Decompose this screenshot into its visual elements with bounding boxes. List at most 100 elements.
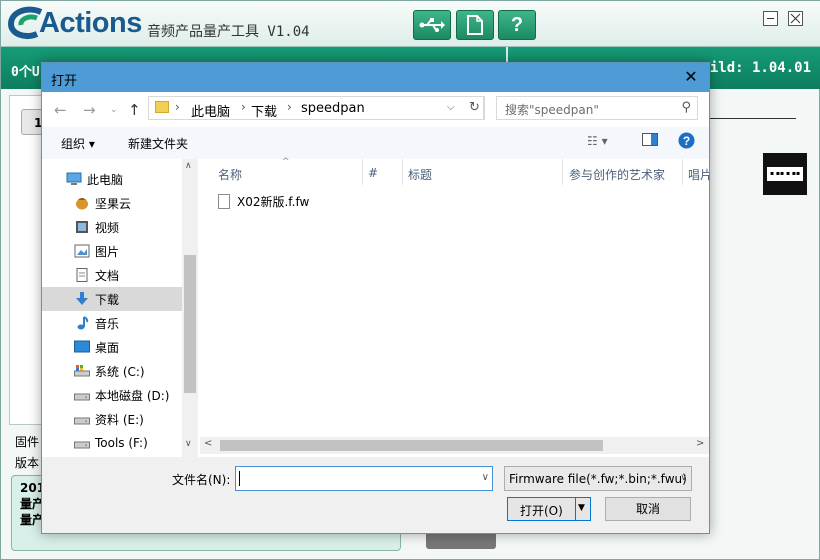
nav-item-label: 视频 <box>95 220 120 235</box>
search-box[interactable]: 搜索"speedpan" ⚲ <box>496 96 698 120</box>
column-label: 唱片 <box>688 168 709 182</box>
file-icon <box>467 15 483 35</box>
split-divider <box>575 498 576 520</box>
system-drive-icon <box>74 364 90 378</box>
search-icon: ⚲ <box>681 100 691 115</box>
firmware-label: 固件 <box>15 435 40 449</box>
help-button[interactable]: ? <box>678 132 695 152</box>
horizontal-scrollbar[interactable]: < > <box>200 437 709 454</box>
chevron-right-icon: › <box>241 100 246 114</box>
nav-item-downloads[interactable]: 下载 <box>42 287 182 311</box>
nav-item-label: 坚果云 <box>95 196 132 211</box>
file-row[interactable]: X02新版.f.fw <box>218 193 309 210</box>
filetype-select[interactable]: Firmware file(*.fw;*.bin;*.fwu) ∨ <box>504 466 692 491</box>
nav-item-label: 音乐 <box>95 316 120 331</box>
file-list: 名称 ^ # 标题 参与创作的艺术家 唱片 X02新版.f.fw <box>200 157 709 457</box>
app-title: 音频产品量产工具 V1.04 <box>147 24 310 40</box>
filename-input[interactable]: ∨ <box>235 466 493 491</box>
video-icon <box>74 220 90 234</box>
refresh-button[interactable]: ↻ <box>466 96 484 120</box>
preview-pane-icon <box>642 133 658 146</box>
dropdown-arrow-icon[interactable]: ▼ <box>578 503 585 513</box>
column-artist[interactable]: 参与创作的艺术家 <box>569 159 683 185</box>
help-button[interactable]: ? <box>498 10 536 40</box>
refresh-icon: ↻ <box>469 100 480 115</box>
forward-arrow-icon[interactable]: → <box>83 101 96 119</box>
column-label: 标题 <box>408 168 433 182</box>
nav-item-label: 图片 <box>95 244 120 259</box>
column-label: 参与创作的艺术家 <box>569 168 666 182</box>
drive-icon <box>74 412 90 426</box>
chevron-down-icon: ∨ <box>680 473 687 483</box>
address-bar[interactable]: › 此电脑 › 下载 › speedpan ⌵ <box>148 96 485 120</box>
actions-logo: Actions <box>7 5 142 41</box>
picture-icon <box>74 244 90 258</box>
search-placeholder: 搜索"speedpan" <box>505 103 599 117</box>
chevron-down-icon[interactable]: ∨ <box>482 472 489 483</box>
column-album[interactable]: 唱片 <box>688 159 709 185</box>
breadcrumb-speedpan[interactable]: speedpan <box>301 101 365 116</box>
nav-item-label: 资料 (E:) <box>95 412 144 427</box>
chevron-right-icon: › <box>287 100 292 114</box>
view-options-icon[interactable]: ☷ ▾ <box>587 134 608 148</box>
horizontal-scroll-thumb[interactable] <box>220 440 603 451</box>
nav-item-label: Tools (F:) <box>95 436 148 450</box>
open-file-dialog: 打开 ✕ ← → ⌄ ↑ › 此电脑 › 下载 › speedpan ⌵ ↻ 搜… <box>41 62 710 534</box>
recent-chevron-icon[interactable]: ⌄ <box>110 105 118 115</box>
up-arrow-icon[interactable]: ↑ <box>128 101 141 119</box>
chevron-right-icon: › <box>175 100 180 114</box>
document-icon <box>74 268 90 282</box>
music-icon <box>74 316 90 330</box>
svg-text:?: ? <box>683 134 690 148</box>
column-number[interactable]: # <box>368 159 403 185</box>
file-icon <box>218 194 230 209</box>
cancel-button[interactable]: 取消 <box>605 497 691 521</box>
column-name[interactable]: 名称 ^ <box>218 157 363 185</box>
scroll-up-icon[interactable]: ∧ <box>185 161 192 171</box>
file-button[interactable] <box>456 10 494 40</box>
close-icon <box>788 11 803 26</box>
organize-button[interactable]: 组织 ▾ <box>61 135 95 152</box>
nav-item-label: 系统 (C:) <box>95 364 145 379</box>
filetype-value: Firmware file(*.fw;*.bin;*.fwu) <box>509 472 687 486</box>
address-dropdown-icon[interactable]: ⌵ <box>447 102 455 113</box>
nav-scroll-thumb[interactable] <box>184 255 196 393</box>
desktop-icon <box>74 340 90 354</box>
build-number: uild: 1.04.01 <box>701 60 811 76</box>
sort-up-icon: ^ <box>282 157 290 167</box>
back-arrow-icon[interactable]: ← <box>54 101 67 119</box>
device-count: 0个U <box>11 65 40 80</box>
preview-pane-button[interactable] <box>642 133 658 149</box>
nav-item-label: 此电脑 <box>87 172 124 187</box>
column-label: # <box>368 166 379 180</box>
scroll-left-icon[interactable]: < <box>204 438 212 449</box>
dialog-close-button[interactable]: ✕ <box>681 67 701 87</box>
open-button[interactable]: 打开(O) ▼ <box>507 497 591 521</box>
dialog-toolbar: 组织 ▾ 新建文件夹 ☷ ▾ ? <box>42 127 709 159</box>
text-caret <box>239 471 240 486</box>
scroll-right-icon[interactable]: > <box>696 438 704 449</box>
nav-item-label: 桌面 <box>95 340 120 355</box>
minimize-icon <box>767 18 774 19</box>
breadcrumb-downloads[interactable]: 下载 <box>251 101 277 120</box>
folder-icon <box>155 101 169 113</box>
nav-item-label: 本地磁盘 (D:) <box>95 388 170 403</box>
help-icon: ? <box>678 132 695 149</box>
chip-thumbnail: ▪ ▪▪ ▪ ▪▪ <box>763 153 807 195</box>
new-folder-button[interactable]: 新建文件夹 <box>128 135 188 152</box>
nav-item-label: 下载 <box>95 292 120 307</box>
minimize-button[interactable] <box>763 11 778 26</box>
usb-button[interactable] <box>413 10 451 40</box>
question-icon: ? <box>510 13 524 36</box>
scroll-down-icon[interactable]: ∨ <box>185 439 192 449</box>
navigation-row: ← → ⌄ ↑ › 此电脑 › 下载 › speedpan ⌵ ↻ 搜索"spe… <box>42 93 709 127</box>
column-title[interactable]: 标题 <box>408 159 563 185</box>
usb-icon <box>419 18 445 32</box>
download-icon <box>74 292 90 306</box>
version-label: 版本 <box>15 456 40 470</box>
nav-scrollbar[interactable]: ∧ ∨ <box>182 159 198 457</box>
close-app-button[interactable] <box>788 11 803 26</box>
nav-item-label: 文档 <box>95 268 120 283</box>
breadcrumb-this-pc[interactable]: 此电脑 <box>191 101 230 120</box>
nut-cloud-icon <box>74 196 90 210</box>
